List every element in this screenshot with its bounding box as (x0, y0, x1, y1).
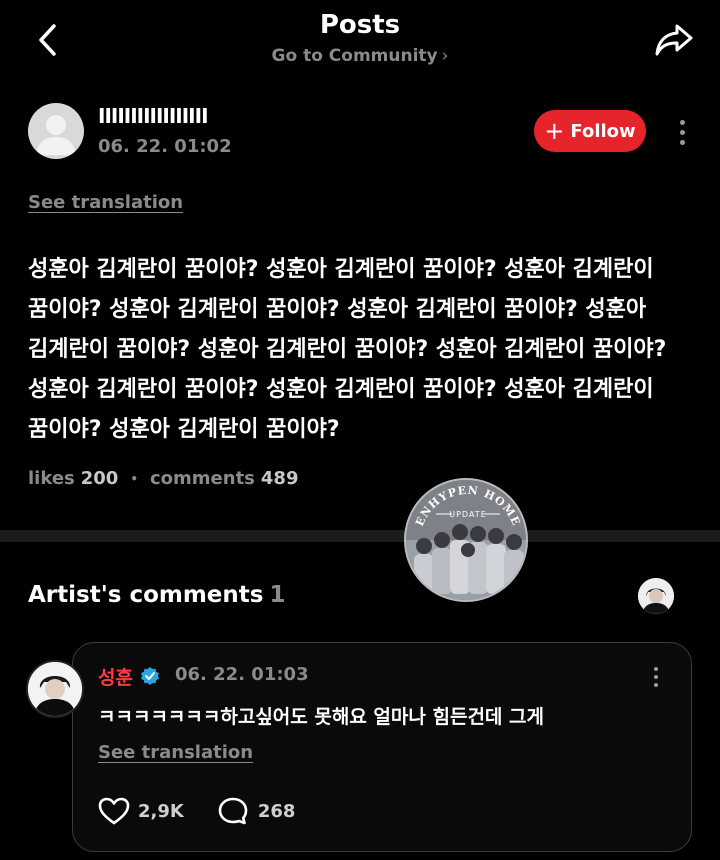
watermark-logo: ENHYPEN HOME UPDATE (404, 478, 528, 602)
artist-comments-title: Artist's comments (28, 582, 264, 608)
comment-more-button[interactable] (644, 664, 668, 690)
watermark-image: ENHYPEN HOME UPDATE (406, 480, 526, 600)
chevron-right-icon: › (441, 46, 449, 66)
artist-photo-icon (638, 578, 674, 614)
more-dot (654, 675, 658, 679)
artist-comments-heading: Artist's comments 1 (28, 582, 286, 608)
go-to-community-label: Go to Community (271, 46, 438, 66)
page-title: Posts (319, 10, 401, 40)
more-vertical-icon (679, 119, 685, 125)
heart-icon (98, 797, 130, 825)
top-bar: Posts Go to Community › (0, 0, 720, 80)
plus-icon: + (544, 117, 565, 145)
verified-icon (141, 667, 159, 685)
comment-author-avatar[interactable] (26, 660, 84, 718)
watermark-badge: UPDATE (449, 510, 487, 519)
comment-like-button[interactable]: 2,9K (98, 796, 184, 826)
more-vertical-icon (654, 667, 658, 671)
post-timestamp: 06. 22. 01:02 (98, 136, 232, 157)
comment-like-count: 2,9K (138, 800, 184, 822)
more-dot (654, 683, 658, 687)
author-username[interactable]: IIIIIIIIIIIIIIIII (98, 104, 209, 128)
post-more-button[interactable] (670, 112, 694, 152)
author-avatar[interactable] (28, 103, 84, 159)
artist-comments-count: 1 (269, 582, 286, 608)
comments-count[interactable]: 489 (261, 468, 299, 489)
post-body-text: 성훈아 김계란이 꿈이야? 성훈아 김계란이 꿈이야? 성훈아 김계란이 꿈이야… (28, 257, 667, 442)
comment-reply-button[interactable]: 268 (218, 796, 296, 826)
comment-see-translation-link[interactable]: See translation (98, 742, 253, 763)
default-avatar-icon (36, 115, 76, 155)
comments-label: comments (150, 468, 255, 489)
post-stats: likes 200 • comments 489 (28, 468, 298, 489)
share-icon (655, 24, 693, 56)
more-dot (679, 139, 685, 145)
comment-reply-count: 268 (257, 800, 296, 822)
comment-author-name[interactable]: 성훈 (98, 663, 133, 690)
follow-label: Follow (570, 120, 636, 142)
comment-timestamp: 06. 22. 01:03 (175, 664, 309, 685)
more-dot (679, 129, 685, 135)
comment-bubble-icon (218, 797, 248, 825)
stats-separator: • (130, 471, 138, 486)
see-translation-link[interactable]: See translation (28, 192, 183, 213)
go-to-community-link[interactable]: Go to Community › (0, 46, 720, 66)
artist-avatar-small[interactable] (638, 578, 674, 614)
comment-actions: 2,9K 268 (98, 796, 295, 826)
artist-photo-icon (28, 662, 82, 716)
section-divider (0, 530, 720, 542)
comment-text: ㅋㅋㅋㅋㅋㅋㅋ하고싶어도 못해요 얼마나 힘든건데 그게 (98, 706, 544, 728)
share-button[interactable] (650, 16, 698, 64)
follow-button[interactable]: + Follow (534, 110, 646, 152)
likes-count[interactable]: 200 (81, 468, 119, 489)
likes-label: likes (28, 468, 75, 489)
